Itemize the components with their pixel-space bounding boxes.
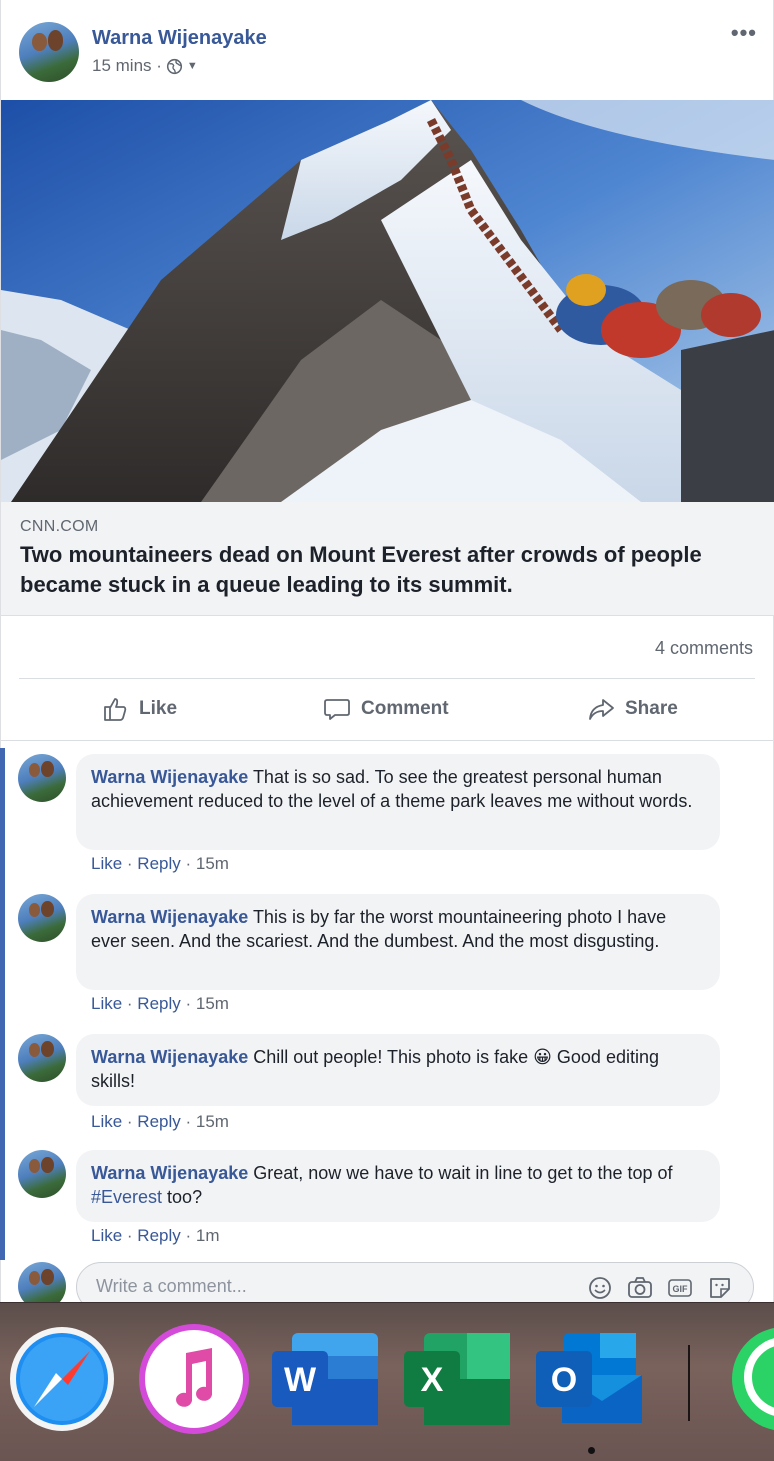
comment-time[interactable]: 1m [196, 1226, 220, 1245]
post-timestamp: 15 mins · ▼ [92, 56, 198, 76]
post-card: Warna Wijenayake 15 mins · ▼ ••• CNN.COM… [0, 0, 774, 1302]
commenter-name[interactable]: Warna Wijenayake [91, 1047, 248, 1067]
running-indicator [588, 1447, 595, 1454]
comment-bubble: Warna Wijenayake This is by far the wors… [76, 894, 720, 990]
hashtag-link[interactable]: #Everest [91, 1187, 162, 1207]
more-options-icon[interactable]: ••• [731, 20, 757, 46]
commenter-name[interactable]: Warna Wijenayake [91, 1163, 248, 1183]
comment-like-link[interactable]: Like [91, 1112, 122, 1131]
comment-reply-link[interactable]: Reply [137, 1226, 180, 1245]
camera-icon[interactable] [627, 1275, 653, 1301]
comment-text: Great, now we have to wait in line to ge… [253, 1163, 673, 1183]
share-button[interactable]: Share [587, 680, 678, 738]
commenter-name[interactable]: Warna Wijenayake [91, 767, 248, 787]
comment-reply-link[interactable]: Reply [137, 1112, 180, 1131]
grinning-face-icon: 😀 [533, 1047, 552, 1067]
excel-icon[interactable]: X [402, 1323, 514, 1435]
comment-button[interactable]: Comment [323, 680, 449, 738]
outlook-icon[interactable]: O [534, 1323, 646, 1435]
safari-icon[interactable] [6, 1323, 118, 1435]
commenter-avatar[interactable] [18, 1034, 66, 1082]
audience-caret-icon[interactable]: ▼ [187, 60, 198, 72]
like-button[interactable]: Like [101, 680, 177, 738]
link-headline[interactable]: Two mountaineers dead on Mount Everest a… [20, 540, 740, 600]
divider [1, 740, 773, 741]
svg-text:GIF: GIF [673, 1284, 689, 1294]
commenter-avatar[interactable] [18, 1150, 66, 1198]
svg-text:W: W [284, 1361, 317, 1399]
comment-time[interactable]: 15m [196, 854, 229, 873]
comment-meta: Like · Reply · 15m [91, 854, 229, 873]
comment-text-end: too? [162, 1187, 203, 1207]
macos-dock: W X O [0, 1302, 774, 1461]
gif-icon[interactable]: GIF [667, 1275, 693, 1301]
composer-icons: GIF [587, 1275, 733, 1301]
speech-bubble-icon [324, 699, 350, 720]
comment-like-link[interactable]: Like [91, 994, 122, 1013]
globe-icon[interactable] [166, 58, 183, 75]
comment-meta: Like · Reply · 1m [91, 1226, 220, 1245]
thumbs-up-icon [104, 698, 127, 721]
commenter-name[interactable]: Warna Wijenayake [91, 907, 248, 927]
sticker-icon[interactable] [707, 1275, 733, 1301]
comment-time[interactable]: 15m [196, 994, 229, 1013]
comment-meta: Like · Reply · 15m [91, 994, 229, 1013]
itunes-icon[interactable] [138, 1323, 250, 1435]
word-icon[interactable]: W [270, 1323, 382, 1435]
svg-text:O: O [551, 1361, 577, 1399]
comment-time[interactable]: 15m [196, 1112, 229, 1131]
comment-text: Chill out people! This photo is fake [253, 1047, 529, 1067]
post-author-name[interactable]: Warna Wijenayake [92, 27, 267, 50]
share-arrow-icon [589, 699, 614, 720]
comment-meta: Like · Reply · 15m [91, 1112, 229, 1131]
author-avatar[interactable] [19, 22, 79, 82]
divider [19, 678, 755, 679]
whatsapp-icon[interactable] [724, 1323, 774, 1435]
dock-separator [688, 1345, 690, 1421]
svg-text:X: X [421, 1361, 444, 1399]
comment-bubble: Warna Wijenayake That is so sad. To see … [76, 754, 720, 850]
everest-photo [1, 100, 774, 502]
link-preview-image[interactable] [1, 100, 774, 502]
comment-bubble: Warna Wijenayake Chill out people! This … [76, 1034, 720, 1106]
commenter-avatar[interactable] [18, 894, 66, 942]
share-label: Share [625, 698, 678, 719]
comment-reply-link[interactable]: Reply [137, 854, 180, 873]
commenter-avatar[interactable] [18, 754, 66, 802]
post-time-text[interactable]: 15 mins · [92, 56, 162, 76]
comment-bubble: Warna Wijenayake Great, now we have to w… [76, 1150, 720, 1222]
like-label: Like [139, 698, 178, 719]
comment-input-placeholder: Write a comment... [96, 1276, 247, 1296]
comment-like-link[interactable]: Like [91, 1226, 122, 1245]
comment-like-link[interactable]: Like [91, 854, 122, 873]
post-actions: Like Comment Share [1, 680, 774, 738]
comment-reply-link[interactable]: Reply [137, 994, 180, 1013]
link-preview[interactable]: CNN.COM Two mountaineers dead on Mount E… [1, 502, 774, 616]
comment-count[interactable]: 4 comments [655, 638, 753, 659]
comment-label: Comment [361, 698, 449, 719]
emoji-icon[interactable] [587, 1275, 613, 1301]
link-domain: CNN.COM [20, 518, 99, 535]
comments-accent-bar [0, 748, 5, 1260]
